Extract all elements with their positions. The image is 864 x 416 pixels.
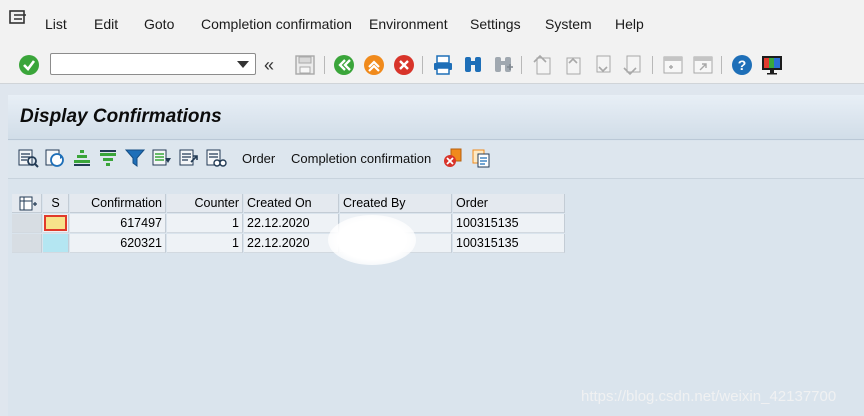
completion-confirmation-button[interactable]: Completion confirmation	[291, 151, 431, 166]
filter-icon[interactable]	[124, 147, 146, 169]
save-icon[interactable]	[293, 53, 317, 77]
column-layout-icon[interactable]	[12, 194, 42, 213]
column-header-order[interactable]: Order	[453, 194, 565, 213]
redaction-blur	[328, 215, 416, 265]
page-title: Display Confirmations	[20, 106, 222, 127]
toolbar-separator	[324, 56, 325, 74]
back-icon[interactable]	[332, 53, 356, 77]
cell-confirmation[interactable]: 617497	[70, 214, 166, 233]
main-content: Display Confirmations Order Completion c…	[8, 95, 864, 416]
check-icon[interactable]	[17, 53, 41, 77]
chevron-down-icon[interactable]	[237, 61, 249, 68]
column-selector[interactable]	[12, 194, 42, 213]
shortcut-icon[interactable]	[691, 53, 715, 77]
new-session-icon[interactable]	[661, 53, 685, 77]
refresh-icon[interactable]	[44, 147, 66, 169]
menu-settings[interactable]: Settings	[470, 16, 521, 32]
row-selector[interactable]	[12, 234, 42, 253]
status-yellow-indicator	[44, 215, 67, 231]
standard-toolbar: « ?	[0, 46, 864, 84]
find-next-icon[interactable]	[491, 53, 515, 77]
sort-descending-icon[interactable]	[97, 147, 119, 169]
print-icon[interactable]	[431, 53, 455, 77]
cell-created-on[interactable]: 22.12.2020	[244, 234, 339, 253]
status-cell[interactable]	[43, 214, 69, 233]
command-field[interactable]	[50, 53, 256, 75]
total-icon[interactable]	[151, 147, 173, 169]
previous-page-icon[interactable]	[561, 53, 585, 77]
customize-layout-icon[interactable]	[760, 53, 784, 77]
menu-bar: List Edit Goto Completion confirmation E…	[0, 0, 864, 46]
menu-system[interactable]: System	[545, 16, 592, 32]
cell-counter[interactable]: 1	[167, 234, 243, 253]
row-selector[interactable]	[12, 214, 42, 233]
command-input[interactable]	[55, 56, 225, 72]
next-page-icon[interactable]	[591, 53, 615, 77]
toolbar-separator	[721, 56, 722, 74]
title-bar: Display Confirmations	[8, 95, 864, 140]
menu-goto[interactable]: Goto	[144, 16, 174, 32]
layout-icon[interactable]	[205, 147, 227, 169]
cell-order[interactable]: 100315135	[453, 214, 565, 233]
menu-completion-confirmation[interactable]: Completion confirmation	[201, 16, 352, 32]
cell-order[interactable]: 100315135	[453, 234, 565, 253]
cancel-confirmation-icon[interactable]	[442, 147, 464, 169]
last-page-icon[interactable]	[621, 53, 645, 77]
toolbar-separator	[422, 56, 423, 74]
column-header-status[interactable]: S	[43, 194, 69, 213]
application-toolbar: Order Completion confirmation	[8, 141, 864, 179]
cell-created-on[interactable]: 22.12.2020	[244, 214, 339, 233]
back-chevrons-icon[interactable]: «	[264, 55, 274, 76]
details-icon[interactable]	[17, 147, 39, 169]
column-header-created-by[interactable]: Created By	[340, 194, 452, 213]
order-button[interactable]: Order	[242, 151, 275, 166]
toolbar-separator	[521, 56, 522, 74]
copy-documents-icon[interactable]	[470, 147, 492, 169]
menu-help[interactable]: Help	[615, 16, 644, 32]
status-cell[interactable]	[43, 234, 69, 253]
cancel-icon[interactable]	[392, 53, 416, 77]
watermark-text: https://blog.csdn.net/weixin_42137700	[581, 388, 837, 405]
exit-icon[interactable]	[362, 53, 386, 77]
first-page-icon[interactable]	[531, 53, 555, 77]
column-header-confirmation[interactable]: Confirmation	[70, 194, 166, 213]
menu-list[interactable]: List	[45, 16, 67, 32]
menu-environment[interactable]: Environment	[369, 16, 448, 32]
find-icon[interactable]	[461, 53, 485, 77]
export-icon[interactable]	[178, 147, 200, 169]
column-header-counter[interactable]: Counter	[167, 194, 243, 213]
cell-confirmation[interactable]: 620321	[70, 234, 166, 253]
menu-edit[interactable]: Edit	[94, 16, 118, 32]
menu-toggle-icon[interactable]	[8, 9, 28, 27]
sort-ascending-icon[interactable]	[71, 147, 93, 169]
help-icon[interactable]: ?	[730, 53, 754, 77]
cell-counter[interactable]: 1	[167, 214, 243, 233]
svg-text:?: ?	[738, 57, 747, 73]
toolbar-separator	[652, 56, 653, 74]
column-header-created-on[interactable]: Created On	[244, 194, 339, 213]
